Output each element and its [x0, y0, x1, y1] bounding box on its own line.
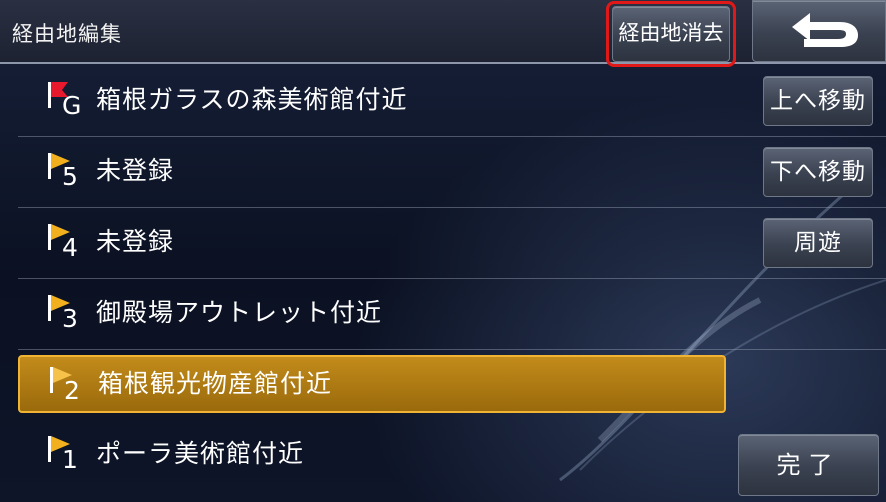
- waypoint-row-3[interactable]: 3 御殿場アウトレット付近: [18, 279, 886, 350]
- waypoint-label: 未登録: [96, 227, 175, 256]
- waypoint-label: 御殿場アウトレット付近: [96, 298, 383, 327]
- waypoint-row-5[interactable]: 5 未登録: [18, 137, 886, 208]
- return-arrow-icon: [792, 13, 858, 47]
- page-title: 経由地編集: [12, 22, 122, 46]
- waypoint-marker: 4: [62, 233, 78, 262]
- waypoint-marker: 1: [62, 445, 78, 474]
- round-trip-button[interactable]: 周遊: [763, 218, 873, 268]
- move-down-button[interactable]: 下へ移動: [763, 147, 873, 197]
- waypoint-row-2-selected[interactable]: 2 箱根観光物産館付近: [18, 355, 726, 413]
- waypoint-flag-icon: 2: [50, 367, 94, 407]
- waypoint-label: ポーラ美術館付近: [96, 439, 305, 468]
- waypoint-row-goal[interactable]: G 箱根ガラスの森美術館付近: [18, 66, 886, 137]
- waypoint-marker: 5: [62, 162, 78, 191]
- waypoint-marker: 2: [64, 376, 80, 405]
- move-up-button[interactable]: 上へ移動: [763, 76, 873, 126]
- waypoint-flag-icon: 1: [48, 436, 92, 476]
- waypoint-marker: 3: [62, 304, 78, 333]
- waypoint-flag-icon: 3: [48, 295, 92, 335]
- waypoint-flag-icon: 5: [48, 153, 92, 193]
- waypoint-label: 箱根観光物産館付近: [98, 369, 333, 398]
- back-button[interactable]: [752, 0, 886, 62]
- waypoint-row-4[interactable]: 4 未登録: [18, 208, 886, 279]
- waypoint-marker: G: [62, 91, 82, 120]
- done-button[interactable]: 完了: [738, 434, 879, 496]
- highlight-outline: [606, 1, 736, 67]
- waypoint-label: 箱根ガラスの森美術館付近: [96, 85, 408, 114]
- waypoint-flag-icon: 4: [48, 224, 92, 264]
- goal-flag-icon: G: [48, 82, 92, 122]
- waypoint-label: 未登録: [96, 156, 175, 185]
